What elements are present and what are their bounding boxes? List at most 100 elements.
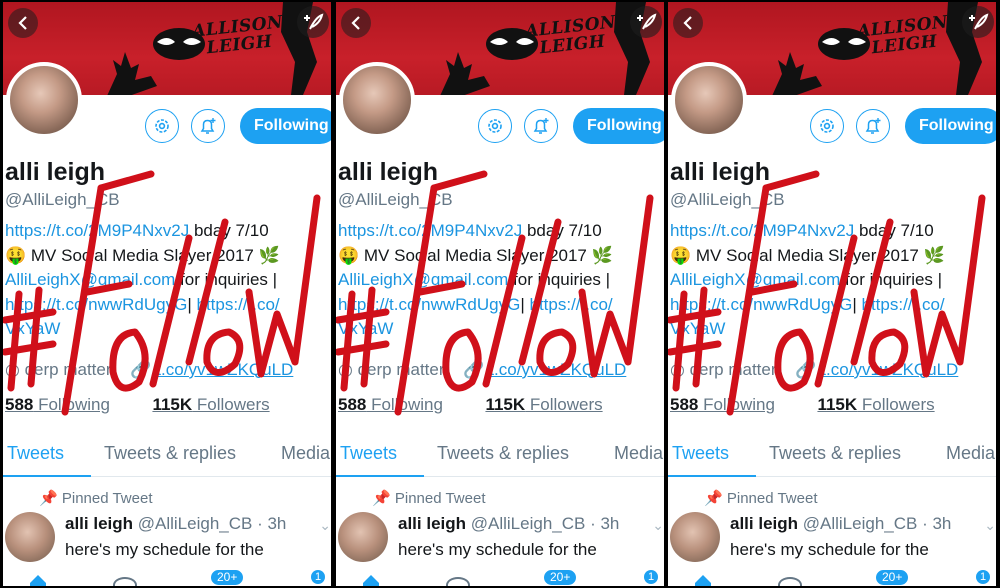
tweet-header: alli leigh @AlliLeigh_CB · 3h xyxy=(398,514,619,534)
notifications-toggle-button[interactable] xyxy=(191,109,225,143)
profile-location: derp matter xyxy=(24,360,112,379)
active-tab-indicator xyxy=(668,475,756,477)
bio-email-link[interactable]: AlliLeighX@gmail.com xyxy=(5,270,175,289)
followers-count-link[interactable]: 115K Followers xyxy=(152,395,269,414)
bio-email-link[interactable]: AlliLeighX@gmail.com xyxy=(670,270,840,289)
following-button[interactable]: Following xyxy=(905,108,996,144)
home-icon[interactable] xyxy=(693,573,713,586)
tweet-avatar[interactable] xyxy=(5,512,55,562)
tweet-text: here's my schedule for the xyxy=(730,540,929,559)
following-count-link[interactable]: 588 Following xyxy=(5,395,110,414)
bio-link[interactable]: VxYaW xyxy=(338,319,393,338)
search-icon[interactable] xyxy=(446,577,470,586)
back-button[interactable] xyxy=(341,8,371,38)
profile-handle: @AlliLeigh_CB xyxy=(670,190,785,209)
location-icon: ◎ xyxy=(5,360,20,379)
profile-avatar[interactable] xyxy=(6,62,82,138)
tweet-menu-chevron-icon[interactable]: ⌄ xyxy=(984,517,996,534)
following-count-link[interactable]: 588 Following xyxy=(338,395,443,414)
tab-tweets[interactable]: Tweets xyxy=(7,443,64,464)
notifications-badge: 20+ xyxy=(544,570,577,585)
search-icon[interactable] xyxy=(778,577,802,586)
followers-count-link[interactable]: 115K Followers xyxy=(817,395,934,414)
pin-icon: 📌 xyxy=(39,490,58,507)
bio-link[interactable]: VxYaW xyxy=(5,319,60,338)
screenshot-panel: ALLISON LEIGH Following alli leigh @Alli… xyxy=(3,2,331,586)
tweet-avatar[interactable] xyxy=(670,512,720,562)
following-button[interactable]: Following xyxy=(240,108,331,144)
bio-link[interactable]: https://t.co/nwwRdUgyG xyxy=(670,295,852,314)
compose-tweet-button[interactable] xyxy=(297,6,329,38)
profile-name: alli leigh xyxy=(338,158,439,186)
profile-avatar[interactable] xyxy=(671,62,747,138)
settings-button[interactable] xyxy=(478,109,512,143)
profile-name: alli leigh xyxy=(670,158,771,186)
bell-plus-icon xyxy=(200,118,216,134)
messages-badge: 1 xyxy=(644,570,658,584)
compose-tweet-button[interactable] xyxy=(630,6,662,38)
profile-bio: https://t.co/2M9P4Nxv2J bday 7/10 🤑 MV S… xyxy=(5,221,280,338)
profile-avatar[interactable] xyxy=(339,62,415,138)
bio-link[interactable]: https://t.co/nwwRdUgyG xyxy=(338,295,520,314)
tab-tweets-replies[interactable]: Tweets & replies xyxy=(104,443,236,464)
bio-link[interactable]: https://t.co/ xyxy=(196,295,279,314)
bio-link[interactable]: https://t.co/ xyxy=(861,295,944,314)
tweet-author: alli leigh xyxy=(65,514,134,533)
settings-button[interactable] xyxy=(145,109,179,143)
compose-tweet-button[interactable] xyxy=(962,6,994,38)
search-icon[interactable] xyxy=(113,577,137,586)
profile-website-link[interactable]: t.co/yv1wZKQuLD xyxy=(156,360,293,379)
tab-media[interactable]: Media xyxy=(946,443,995,464)
tab-tweets-replies[interactable]: Tweets & replies xyxy=(437,443,569,464)
settings-button[interactable] xyxy=(810,109,844,143)
chevron-left-icon xyxy=(683,16,692,30)
tab-tweets-replies[interactable]: Tweets & replies xyxy=(769,443,901,464)
tweet-menu-chevron-icon[interactable]: ⌄ xyxy=(652,517,664,534)
tweet-author: alli leigh xyxy=(398,514,467,533)
feather-plus-icon xyxy=(637,13,657,30)
tweet-author: alli leigh xyxy=(730,514,799,533)
bio-link[interactable]: https://t.co/nwwRdUgyG xyxy=(5,295,187,314)
tab-media[interactable]: Media xyxy=(614,443,663,464)
feather-plus-icon xyxy=(969,13,989,30)
tab-media[interactable]: Media xyxy=(281,443,330,464)
gear-icon xyxy=(820,119,834,133)
back-button[interactable] xyxy=(8,8,38,38)
tweet-handle-time: @AlliLeigh_CB · 3h xyxy=(798,514,952,533)
profile-handle: @AlliLeigh_CB xyxy=(338,190,453,209)
home-icon[interactable] xyxy=(361,573,381,586)
gear-icon xyxy=(155,119,169,133)
profile-website-link[interactable]: t.co/yv1wZKQuLD xyxy=(489,360,626,379)
tab-tweets[interactable]: Tweets xyxy=(672,443,729,464)
bio-email-link[interactable]: AlliLeighX@gmail.com xyxy=(338,270,508,289)
notifications-toggle-button[interactable] xyxy=(524,109,558,143)
bio-link[interactable]: VxYaW xyxy=(670,319,725,338)
bio-link[interactable]: https://t.co/2M9P4Nxv2J xyxy=(338,221,522,240)
notifications-badge: 20+ xyxy=(211,570,244,585)
tweet-menu-chevron-icon[interactable]: ⌄ xyxy=(319,517,331,534)
followers-count-link[interactable]: 115K Followers xyxy=(485,395,602,414)
pin-icon: 📌 xyxy=(704,490,723,507)
profile-website-link[interactable]: t.co/yv1wZKQuLD xyxy=(821,360,958,379)
pinned-tweet-label: 📌 Pinned Tweet xyxy=(372,490,486,507)
feather-plus-icon xyxy=(304,13,324,30)
profile-bio: https://t.co/2M9P4Nxv2J bday 7/10 🤑 MV S… xyxy=(670,221,945,338)
bio-link[interactable]: https://t.co/ xyxy=(529,295,612,314)
banner-signature: ALLISON LEIGH xyxy=(191,12,285,59)
notifications-badge: 20+ xyxy=(876,570,909,585)
link-icon: 🔗 xyxy=(463,360,485,379)
tweet-avatar[interactable] xyxy=(338,512,388,562)
banner-signature: ALLISON LEIGH xyxy=(524,12,618,59)
messages-badge: 1 xyxy=(976,570,990,584)
bio-link[interactable]: https://t.co/2M9P4Nxv2J xyxy=(670,221,854,240)
tab-tweets[interactable]: Tweets xyxy=(340,443,397,464)
notifications-toggle-button[interactable] xyxy=(856,109,890,143)
bio-link[interactable]: https://t.co/2M9P4Nxv2J xyxy=(5,221,189,240)
following-button[interactable]: Following xyxy=(573,108,664,144)
bell-plus-icon xyxy=(865,118,881,134)
home-icon[interactable] xyxy=(28,573,48,586)
chevron-left-icon xyxy=(18,16,27,30)
back-button[interactable] xyxy=(673,8,703,38)
messages-badge: 1 xyxy=(311,570,325,584)
following-count-link[interactable]: 588 Following xyxy=(670,395,775,414)
